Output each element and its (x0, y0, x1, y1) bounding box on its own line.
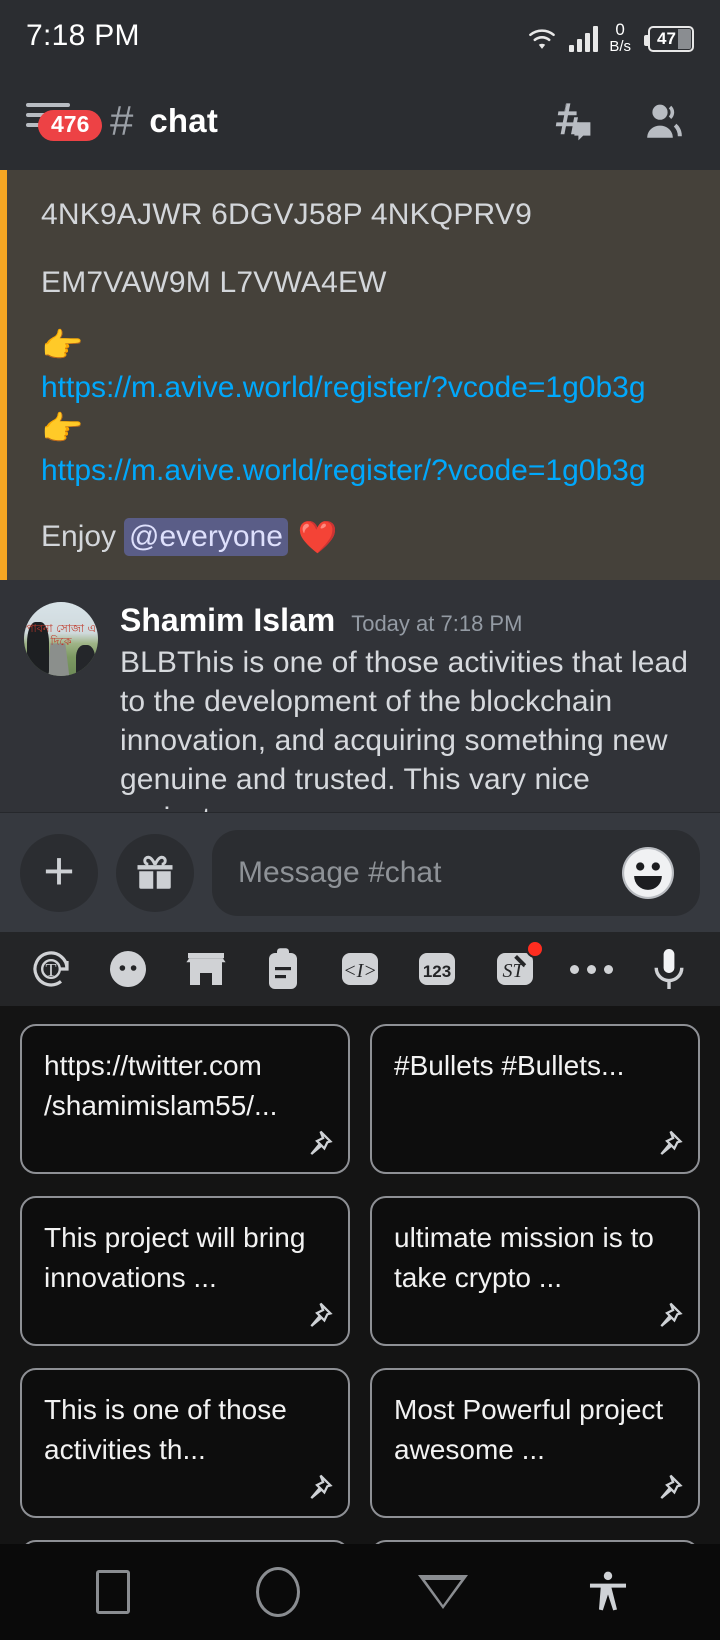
mention-message[interactable]: 4NK9AJWR 6DGVJ58P 4NKQPRV9 EM7VAW9M L7VW… (0, 170, 720, 581)
avatar-caption: পাবনা সোজা এ দিকে (26, 621, 96, 649)
avatar[interactable]: পাবনা সোজা এ দিকে (24, 602, 98, 677)
message-input-wrapper[interactable]: Message #chat (212, 829, 700, 916)
gift-icon (137, 855, 173, 889)
back-icon[interactable] (417, 1566, 469, 1618)
pin-icon[interactable] (300, 1472, 334, 1506)
promo-codes-line-1: 4NK9AJWR 6DGVJ58P 4NKQPRV9 (41, 198, 532, 231)
message-body: Shamim Islam Today at 7:18 PM BLBThis is… (120, 602, 694, 812)
enjoy-line: Enjoy @everyone ❤️ (41, 518, 694, 557)
home-icon[interactable] (252, 1566, 304, 1618)
register-link-1[interactable]: https://m.avive.world/register/?vcode=1g… (41, 366, 694, 410)
clipboard-card-text: This project will bring innovations ... (44, 1222, 306, 1293)
clipboard-card-text: https://twitter.com /shamimislam55/... (44, 1050, 278, 1121)
message-list: 4NK9AJWR 6DGVJ58P 4NKQPRV9 EM7VAW9M L7VW… (0, 170, 720, 813)
battery-level: 47 (657, 28, 676, 48)
clipboard-card[interactable]: This is one of those activities th... (20, 1368, 350, 1519)
message-timestamp: Today at 7:18 PM (351, 611, 523, 637)
clipboard-card-text: This is one of those activities th... (44, 1394, 287, 1465)
message-header: Shamim Islam Today at 7:18 PM (120, 602, 694, 639)
phone-screen: 7:18 PM 0 B/s 47 476 # chat 4NK9AJWR 6DG… (0, 0, 720, 1640)
sticker-smiley-icon[interactable] (101, 942, 155, 996)
more-options-icon[interactable] (565, 942, 619, 996)
wifi-icon (529, 28, 556, 49)
status-bar: 7:18 PM 0 B/s 47 (0, 0, 720, 72)
gift-button[interactable] (116, 833, 194, 912)
chat-message[interactable]: পাবনা সোজা এ দিকে Shamim Islam Today at … (0, 580, 720, 813)
net-speed-value: 0 (615, 19, 625, 39)
pin-icon[interactable] (650, 1300, 684, 1334)
battery-icon: 47 (644, 25, 694, 52)
microphone-icon[interactable] (642, 942, 696, 996)
everyone-mention[interactable]: @everyone (124, 518, 288, 557)
register-link-2[interactable]: https://m.avive.world/register/?vcode=1g… (41, 449, 694, 493)
handwriting-icon[interactable]: ST (488, 940, 544, 996)
pin-icon[interactable] (650, 1128, 684, 1162)
status-icons: 0 B/s 47 (526, 21, 694, 54)
clipboard-card-text: ultimate mission is to take crypto ... (394, 1222, 654, 1293)
clipboard-card-text: #Bullets #Bullets... (394, 1050, 625, 1082)
unread-badge: 476 (38, 110, 103, 141)
add-attachment-button[interactable]: + (20, 833, 98, 912)
message-input[interactable]: Message #chat (238, 856, 622, 890)
message-composer: + Message #chat (0, 812, 720, 933)
pointing-hand-emoji: 👉 (41, 327, 84, 366)
enjoy-text: Enjoy (41, 520, 117, 554)
store-icon[interactable] (179, 942, 233, 996)
message-text: BLBThis is one of those activities that … (120, 646, 689, 812)
clipboard-card[interactable]: This project will bring innovations ... (20, 1196, 350, 1347)
heart-emoji: ❤️ (297, 519, 338, 556)
text-edit-icon[interactable]: <I> (333, 942, 387, 996)
emoji-icon (624, 848, 672, 897)
emoji-picker-button[interactable] (622, 846, 674, 899)
channel-name[interactable]: chat (149, 102, 218, 140)
clipboard-card[interactable]: https://twitter.com /shamimislam55/... (20, 1024, 350, 1175)
pointing-hand-emoji: 👉 (41, 409, 84, 448)
recents-icon[interactable] (87, 1566, 139, 1618)
net-speed-unit: B/s (609, 37, 631, 55)
message-author[interactable]: Shamim Islam (120, 602, 335, 639)
pin-icon[interactable] (300, 1300, 334, 1334)
network-speed: 0 B/s (609, 21, 631, 54)
clipboard-card[interactable]: ultimate mission is to take crypto ... (370, 1196, 700, 1347)
pin-icon[interactable] (300, 1128, 334, 1162)
keyboard-toolbar: T <I> 123 ST (0, 932, 720, 1007)
clipboard-card[interactable]: #Bullets #Bullets... (370, 1024, 700, 1175)
threads-icon[interactable] (546, 97, 594, 145)
notification-dot (525, 940, 544, 959)
promo-codes-line-2: EM7VAW9M L7VWA4EW (41, 265, 387, 299)
pin-icon[interactable] (650, 1472, 684, 1506)
channel-hash-icon: # (110, 97, 134, 144)
clipboard-card[interactable]: Most Powerful project awesome ... (370, 1368, 700, 1519)
svg-text:<I>: <I> (343, 960, 377, 982)
translate-icon[interactable]: T (24, 942, 78, 996)
svg-text:123: 123 (423, 962, 451, 981)
status-time: 7:18 PM (26, 19, 140, 52)
clipboard-card-text: Most Powerful project awesome ... (394, 1394, 664, 1465)
cellular-signal-icon (569, 24, 599, 52)
clipboard-icon[interactable] (256, 942, 310, 996)
channel-header: 476 # chat (0, 72, 720, 170)
members-icon[interactable] (640, 97, 688, 145)
hamburger-menu-icon[interactable]: 476 (24, 97, 103, 145)
accessibility-icon[interactable] (582, 1566, 634, 1618)
navigation-bar (0, 1544, 720, 1640)
numbers-icon[interactable]: 123 (410, 942, 464, 996)
header-actions (546, 97, 696, 145)
